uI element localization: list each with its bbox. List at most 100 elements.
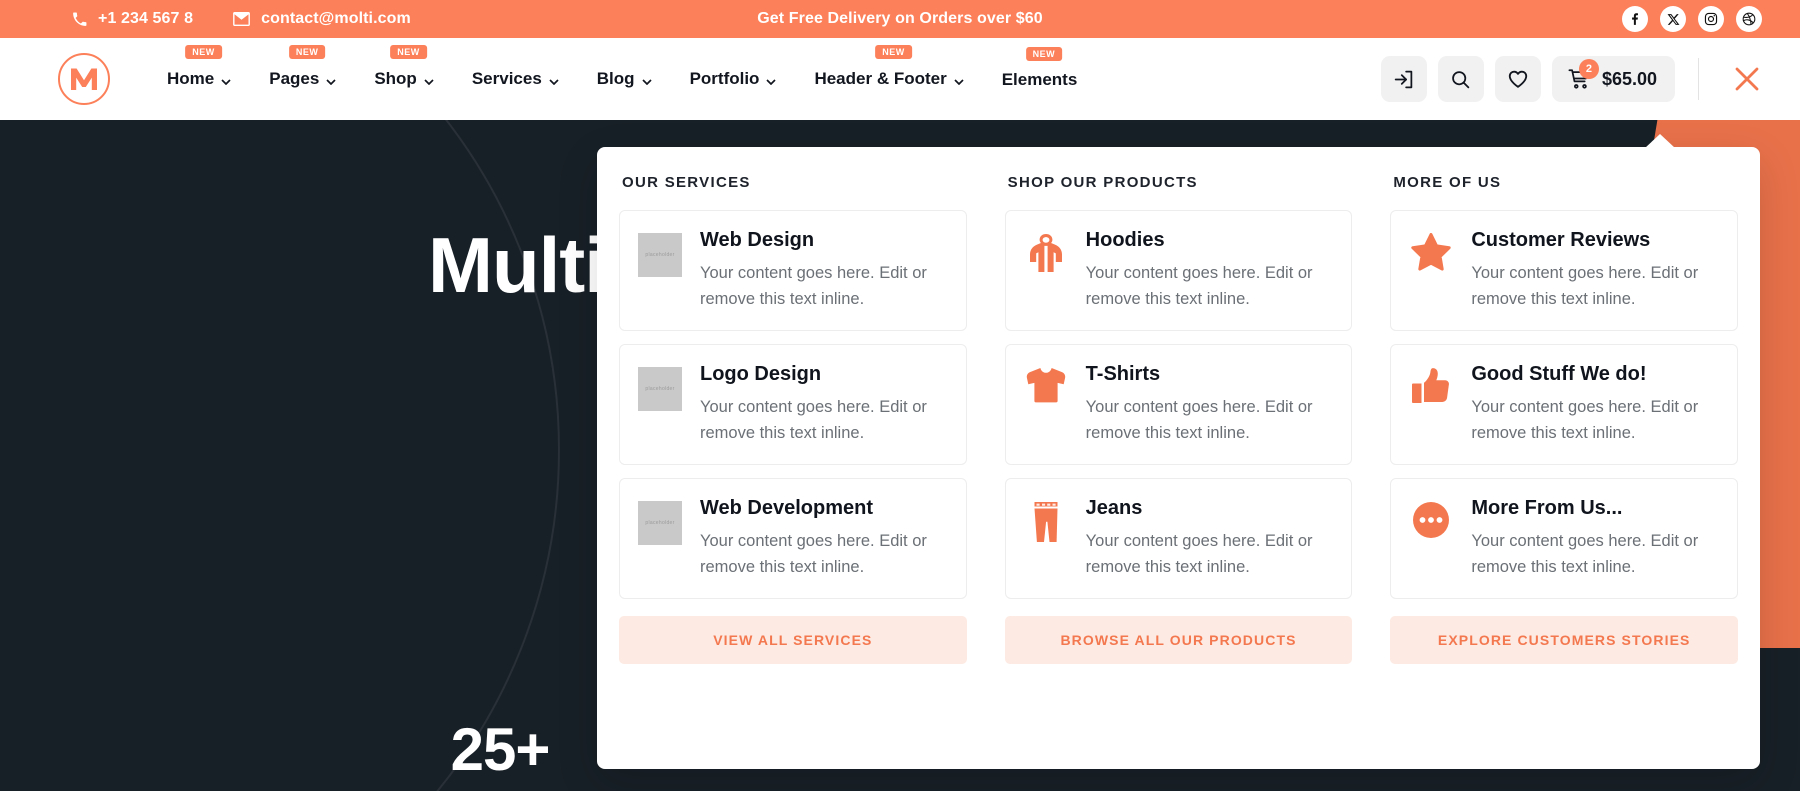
- chevron-down-icon: [954, 70, 964, 90]
- phone-icon: [72, 11, 87, 27]
- column-title: OUR SERVICES: [622, 174, 751, 191]
- card-description: Your content goes here. Edit or remove t…: [1085, 398, 1313, 442]
- menu-card-customer-reviews[interactable]: Customer Reviews Your content goes here.…: [1390, 210, 1739, 332]
- main-navigation: NEW Home NEW Pages NEW Shop Services Blo…: [0, 38, 1800, 120]
- mega-column-shop-our-products: SHOP OUR PRODUCTS Hoodies Your content g…: [1004, 174, 1353, 747]
- card-description: Your content goes here. Edit or remove t…: [1471, 398, 1699, 442]
- nav-item-shop[interactable]: NEW Shop: [355, 45, 453, 90]
- nav-divider: [1698, 58, 1699, 100]
- thumbs-up-icon: [1409, 363, 1453, 405]
- nav-item-label: Elements: [1001, 70, 1078, 89]
- placeholder-image-icon: placeholder: [638, 229, 682, 277]
- card-description: Your content goes here. Edit or remove t…: [1471, 532, 1699, 576]
- jeans-icon: [1024, 497, 1068, 543]
- nav-item-label: Home: [167, 69, 215, 88]
- tshirt-icon: [1024, 363, 1068, 403]
- chevron-down-icon: [641, 70, 652, 90]
- menu-card-logo-design[interactable]: placeholder Logo Design Your content goe…: [619, 344, 967, 466]
- placeholder-image-label: placeholder: [638, 367, 682, 412]
- facebook-icon[interactable]: [1622, 6, 1648, 32]
- mega-menu-panel: OUR SERVICES placeholder Web Design Your…: [597, 134, 1760, 769]
- nav-item-blog[interactable]: Blog: [578, 68, 671, 90]
- card-description: Your content goes here. Edit or remove t…: [700, 398, 927, 442]
- phone-number: +1 234 567 8: [98, 10, 194, 27]
- placeholder-image-label: placeholder: [638, 233, 682, 277]
- x-twitter-icon[interactable]: [1660, 6, 1686, 32]
- logo-m-icon: [71, 68, 97, 90]
- placeholder-image-icon: placeholder: [638, 497, 682, 546]
- cta-view-all-services[interactable]: VIEW ALL SERVICES: [619, 616, 967, 665]
- cta-explore-customers-stories[interactable]: EXPLORE CUSTOMERS STORIES: [1390, 616, 1739, 665]
- mega-column-more-of-us: MORE OF US Customer Reviews Your content…: [1390, 174, 1739, 747]
- column-title: SHOP OUR PRODUCTS: [1007, 174, 1198, 191]
- phone-link[interactable]: +1 234 567 8: [72, 10, 193, 28]
- new-badge: NEW: [288, 45, 326, 59]
- nav-item-header-footer[interactable]: NEW Header & Footer: [795, 45, 982, 90]
- menu-card-web-design[interactable]: placeholder Web Design Your content goes…: [619, 210, 967, 332]
- wishlist-heart-icon[interactable]: [1494, 56, 1541, 102]
- nav-item-portfolio[interactable]: Portfolio: [671, 68, 796, 90]
- cta-browse-all-products[interactable]: BROWSE ALL OUR PRODUCTS: [1004, 616, 1353, 665]
- top-bar-contacts: +1 234 567 8 contact@molti.com: [72, 10, 411, 28]
- card-body: Jeans Your content goes here. Edit or re…: [1086, 497, 1333, 580]
- card-title: T-Shirts: [1085, 363, 1161, 386]
- card-body: Logo Design Your content goes here. Edit…: [700, 363, 947, 446]
- card-body: Good Stuff We do! Your content goes here…: [1471, 363, 1718, 446]
- social-links: [1622, 6, 1762, 32]
- menu-card-tshirts[interactable]: T-Shirts Your content goes here. Edit or…: [1004, 344, 1353, 466]
- nav-item-label: Shop: [374, 69, 417, 88]
- nav-item-label: Header & Footer: [814, 69, 947, 88]
- nav-item-pages[interactable]: NEW Pages: [250, 45, 355, 90]
- card-title: Logo Design: [700, 363, 822, 386]
- site-logo[interactable]: [58, 53, 110, 105]
- menu-card-hoodies[interactable]: Hoodies Your content goes here. Edit or …: [1004, 210, 1353, 332]
- menu-card-jeans[interactable]: Jeans Your content goes here. Edit or re…: [1004, 478, 1353, 600]
- nav-item-elements[interactable]: NEW Elements: [983, 47, 1097, 90]
- new-badge: NEW: [875, 45, 912, 59]
- chevron-down-icon: [326, 70, 336, 90]
- nav-menu: NEW Home NEW Pages NEW Shop Services Blo…: [148, 45, 1097, 90]
- email-address: contact@molti.com: [261, 10, 411, 27]
- card-description: Your content goes here. Edit or remove t…: [700, 532, 927, 576]
- login-icon[interactable]: [1380, 56, 1427, 102]
- cart-button[interactable]: 2 $65.00: [1551, 56, 1675, 102]
- card-title: Web Development: [700, 497, 873, 520]
- column-title: MORE OF US: [1393, 174, 1502, 191]
- card-body: Web Development Your content goes here. …: [700, 497, 947, 580]
- ellipsis-circle-icon: [1409, 497, 1453, 539]
- card-body: Hoodies Your content goes here. Edit or …: [1086, 229, 1333, 312]
- nav-item-services[interactable]: Services: [453, 68, 578, 90]
- envelope-icon: [233, 12, 250, 26]
- card-body: More From Us... Your content goes here. …: [1471, 497, 1718, 580]
- instagram-icon[interactable]: [1698, 6, 1724, 32]
- chevron-down-icon: [424, 70, 434, 90]
- menu-card-more-from-us[interactable]: More From Us... Your content goes here. …: [1390, 478, 1739, 600]
- placeholder-image-label: placeholder: [638, 501, 682, 546]
- nav-item-home[interactable]: NEW Home: [148, 45, 250, 90]
- card-title: Web Design: [700, 229, 815, 251]
- card-title: More From Us...: [1471, 497, 1623, 520]
- new-badge: NEW: [390, 45, 427, 59]
- menu-card-web-development[interactable]: placeholder Web Development Your content…: [619, 478, 967, 600]
- menu-card-good-stuff[interactable]: Good Stuff We do! Your content goes here…: [1390, 344, 1739, 466]
- new-badge: NEW: [1025, 47, 1063, 61]
- card-description: Your content goes here. Edit or remove t…: [1085, 264, 1313, 308]
- stat-number: 25+: [450, 716, 551, 783]
- chevron-down-icon: [766, 70, 777, 90]
- nav-item-label: Services: [471, 69, 542, 88]
- nav-item-label: Blog: [596, 69, 635, 88]
- email-link[interactable]: contact@molti.com: [233, 10, 411, 28]
- chevron-down-icon: [221, 70, 231, 90]
- dribbble-icon[interactable]: [1736, 6, 1762, 32]
- card-body: Web Design Your content goes here. Edit …: [700, 229, 947, 312]
- cart-count-badge: 2: [1578, 59, 1599, 79]
- hero-stat: 25+ Page Designs: [400, 720, 600, 791]
- close-icon[interactable]: [1724, 56, 1770, 102]
- card-title: Customer Reviews: [1471, 229, 1651, 251]
- nav-actions: 2 $65.00: [1380, 56, 1770, 102]
- hoodie-icon: [1024, 229, 1068, 273]
- star-icon: [1409, 229, 1453, 271]
- chevron-down-icon: [549, 70, 559, 90]
- search-icon[interactable]: [1437, 56, 1484, 102]
- top-bar: +1 234 567 8 contact@molti.com Get Free …: [0, 0, 1800, 38]
